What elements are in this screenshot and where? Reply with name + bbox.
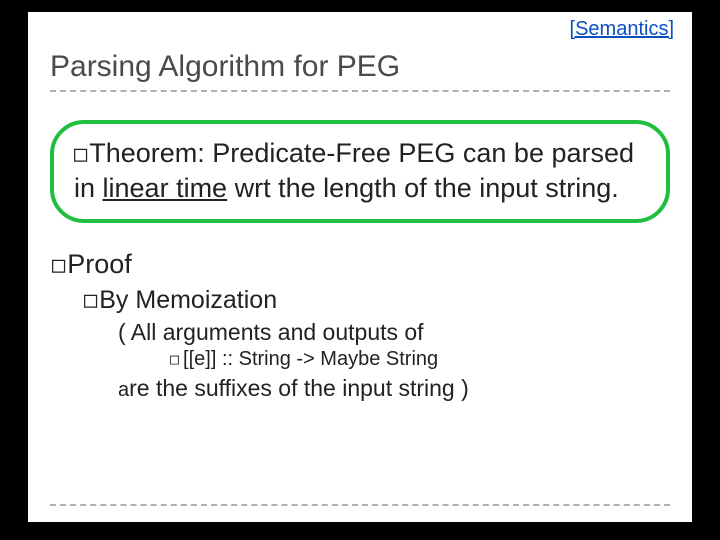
proof-code-text: [[e]] :: String -> Maybe String [183,348,438,370]
theorem-body-2: wrt the length of the input string. [227,173,619,203]
proof-line2a: a [118,379,129,401]
title-divider [50,90,670,92]
proof-sub-by: □By Memoization [84,286,670,315]
proof-code-line: □[[e]] :: String -> Maybe String [170,348,670,371]
slide: [Semantics] Parsing Algorithm for PEG □T… [28,12,692,522]
proof-args-line: ( All arguments and outputs of [118,319,670,346]
proof-heading: □Proof [52,249,670,280]
square-bullet-icon: □ [74,141,87,169]
theorem-text: □Theorem: Predicate-Free PEG can be pars… [74,136,646,205]
bottom-divider [50,504,670,506]
proof-label: Proof [67,249,132,279]
topic-tag: [Semantics] [570,18,674,41]
slide-title: Parsing Algorithm for PEG [50,50,670,84]
proof-line2b: re the suffixes of the input string ) [129,375,469,401]
theorem-callout: □Theorem: Predicate-Free PEG can be pars… [50,120,670,223]
theorem-label: Theorem: [89,138,205,168]
small-square-bullet-icon: □ [170,350,179,368]
theorem-emph: linear time [103,173,228,203]
square-bullet-icon: □ [52,253,65,278]
proof-by-text: By Memoization [99,286,277,314]
proof-suffix-line: are the suffixes of the input string ) [118,375,670,402]
square-bullet-icon: □ [84,288,97,313]
